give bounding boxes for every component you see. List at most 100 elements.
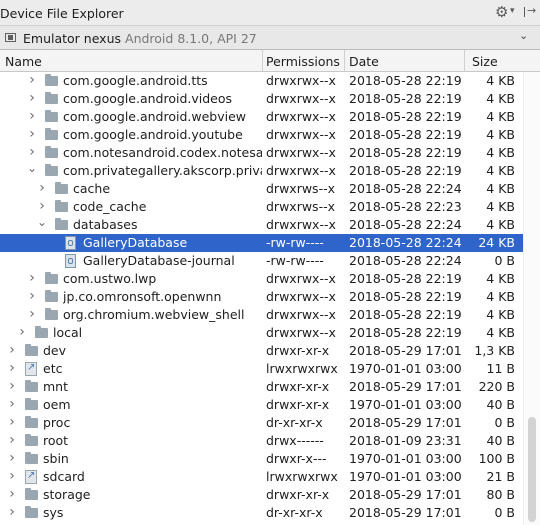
table-row[interactable]: › cache drwxrws--x 2018-05-28 22:24 4 KB <box>0 180 540 198</box>
scrollbar-thumb[interactable] <box>528 417 536 522</box>
file-date: 2018-05-28 22:19 <box>349 127 462 142</box>
file-name: mnt <box>43 379 68 394</box>
file-permissions: drwxrwx--x <box>266 217 336 232</box>
chevron-down-icon[interactable]: ⌄ <box>27 159 37 177</box>
vertical-scrollbar[interactable] <box>523 72 540 525</box>
table-row[interactable]: › dev drwxr-xr-x 2018-05-29 17:01 1,3 KB <box>0 342 540 360</box>
database-file-icon <box>65 254 76 268</box>
table-row[interactable]: › mnt drwxr-xr-x 2018-05-29 17:01 220 B <box>0 378 540 396</box>
file-date: 2018-05-28 22:19 <box>349 163 462 178</box>
file-date: 2018-05-29 17:01 <box>349 379 462 394</box>
file-name: jp.co.omronsoft.openwnn <box>63 289 222 304</box>
table-row[interactable]: ›com.notesandroid.codex.notesandroiddrwx… <box>0 144 540 162</box>
file-name: proc <box>43 415 71 430</box>
file-size: 4 KB <box>486 217 515 232</box>
folder-icon <box>25 488 38 500</box>
file-permissions: drwxrwx--x <box>266 73 336 88</box>
file-size: 4 KB <box>486 271 515 286</box>
column-header-date[interactable]: Date <box>349 54 379 69</box>
chevron-right-icon[interactable]: › <box>7 503 17 521</box>
chevron-right-icon[interactable]: › <box>7 413 17 431</box>
folder-icon <box>45 110 58 122</box>
file-date: 2018-05-29 17:01 <box>349 415 462 430</box>
device-label: Emulator nexus Android 8.1.0, API 27 <box>23 31 257 46</box>
table-row[interactable]: › org.chromium.webview_shell drwxrwx--x 201… <box>0 306 540 324</box>
hide-panel-icon[interactable]: → <box>521 4 536 19</box>
table-row[interactable]: › jp.co.omronsoft.openwnn drwxrwx--x 2018-0… <box>0 288 540 306</box>
gear-dropdown-icon[interactable]: ▾ <box>510 6 515 16</box>
file-name: com.privategallery.akscorp.privategaller… <box>63 163 262 178</box>
file-name: com.google.android.youtube <box>63 127 243 142</box>
file-permissions: drwxrwx--x <box>266 109 336 124</box>
file-permissions: drwx------ <box>266 433 324 448</box>
table-row[interactable]: › sdcard lrwxrwxrwx 1970-01-01 03:00 21 B <box>0 467 540 486</box>
chevron-right-icon[interactable]: › <box>7 485 17 503</box>
chevron-right-icon[interactable]: › <box>17 323 27 341</box>
table-row[interactable]: › proc dr-xr-xr-x 2018-05-29 17:01 0 B <box>0 414 540 432</box>
file-permissions: drwxrwx--x <box>266 271 336 286</box>
file-name: sys <box>43 505 64 520</box>
device-name: Emulator nexus <box>23 31 122 46</box>
chevron-right-icon[interactable]: › <box>27 287 37 305</box>
table-row[interactable]: › com.google.android.tts drwxrwx--x 2018-05… <box>0 72 540 90</box>
chevron-right-icon[interactable]: › <box>27 107 37 125</box>
chevron-right-icon[interactable]: › <box>7 359 17 377</box>
chevron-right-icon[interactable]: › <box>7 431 17 449</box>
database-file-icon <box>65 236 76 250</box>
folder-icon <box>45 146 58 158</box>
chevron-down-icon[interactable]: ⌄ <box>37 213 47 231</box>
column-divider[interactable] <box>262 50 263 71</box>
file-date: 2018-01-09 23:31 <box>349 433 462 448</box>
column-header-permissions[interactable]: Permissions <box>266 54 340 69</box>
file-date: 1970-01-01 03:00 <box>349 451 462 466</box>
table-row[interactable]: GalleryDatabase -rw-rw---- 2018-05-28 22:2… <box>0 234 540 252</box>
file-size: 4 KB <box>486 163 515 178</box>
chevron-right-icon[interactable]: › <box>27 269 37 287</box>
chevron-right-icon[interactable]: › <box>27 72 37 89</box>
file-date: 1970-01-01 03:00 <box>349 469 462 484</box>
file-size: 0 B <box>494 415 515 430</box>
table-row[interactable]: › code_cache drwxrws--x 2018-05-28 22:23 4 K… <box>0 198 540 216</box>
table-row[interactable]: › local drwxrwx--x 2018-05-28 22:19 4 KB <box>0 324 540 342</box>
table-row[interactable]: › com.google.android.videos drwxrwx--x 2018… <box>0 90 540 108</box>
column-divider[interactable] <box>464 50 465 71</box>
symlink-icon <box>25 359 37 377</box>
table-row[interactable]: › com.google.android.youtube drwxrwx--x 201… <box>0 126 540 144</box>
folder-icon <box>45 74 58 86</box>
device-selector[interactable]: Emulator nexus Android 8.1.0, API 27 ⌄ <box>0 25 540 50</box>
folder-icon <box>25 344 38 356</box>
chevron-right-icon[interactable]: › <box>7 395 17 413</box>
file-date: 2018-05-29 17:01 <box>349 487 462 502</box>
chevron-right-icon[interactable]: › <box>27 125 37 143</box>
table-row[interactable]: ⌄ databases drwxrwx--x 2018-05-28 22:24 4 KB <box>0 213 540 234</box>
chevron-right-icon[interactable]: › <box>27 305 37 323</box>
file-date: 2018-05-28 22:19 <box>349 307 462 322</box>
file-name: GalleryDatabase-journal <box>83 253 235 268</box>
chevron-right-icon[interactable]: › <box>27 89 37 107</box>
folder-icon <box>45 272 58 284</box>
table-row[interactable]: ⌄ com.privategallery.akscorp.privategalle… <box>0 159 540 180</box>
table-row[interactable]: › storage drwxr-xr-x 2018-05-29 17:01 80 B <box>0 486 540 504</box>
file-permissions: drwxrwx--x <box>266 91 336 106</box>
chevron-down-icon[interactable]: ⌄ <box>519 29 528 42</box>
column-header-name[interactable]: Name <box>5 54 42 69</box>
table-row[interactable]: › etc lrwxrwxrwx 1970-01-01 03:00 11 B <box>0 359 540 378</box>
table-row[interactable]: › com.google.android.webview drwxrwx--x 201… <box>0 108 540 126</box>
table-row[interactable]: › root drwx------ 2018-01-09 23:31 40 B <box>0 432 540 450</box>
chevron-right-icon[interactable]: › <box>37 179 47 197</box>
table-row[interactable]: › oem drwxr-xr-x 1970-01-01 03:00 40 B <box>0 396 540 414</box>
table-row[interactable]: › sys dr-xr-xr-x 2018-05-29 17:01 0 B <box>0 504 540 522</box>
file-size: 4 KB <box>486 199 515 214</box>
chevron-right-icon[interactable]: › <box>7 449 17 467</box>
file-size: 11 B <box>486 361 515 376</box>
table-row[interactable]: › com.ustwo.lwp drwxrwx--x 2018-05-28 22:19… <box>0 270 540 288</box>
chevron-right-icon[interactable]: › <box>7 467 17 485</box>
folder-icon <box>45 92 58 104</box>
column-divider[interactable] <box>344 50 345 71</box>
chevron-right-icon[interactable]: › <box>7 341 17 359</box>
chevron-right-icon[interactable]: › <box>7 377 17 395</box>
table-row[interactable]: › sbin drwxr-x--- 1970-01-01 03:00 100 B <box>0 450 540 468</box>
column-header-size[interactable]: Size <box>472 54 498 69</box>
gear-icon[interactable]: ⚙ <box>495 3 508 21</box>
table-row[interactable]: GalleryDatabase-journal -rw-rw---- 2018-05… <box>0 252 540 270</box>
